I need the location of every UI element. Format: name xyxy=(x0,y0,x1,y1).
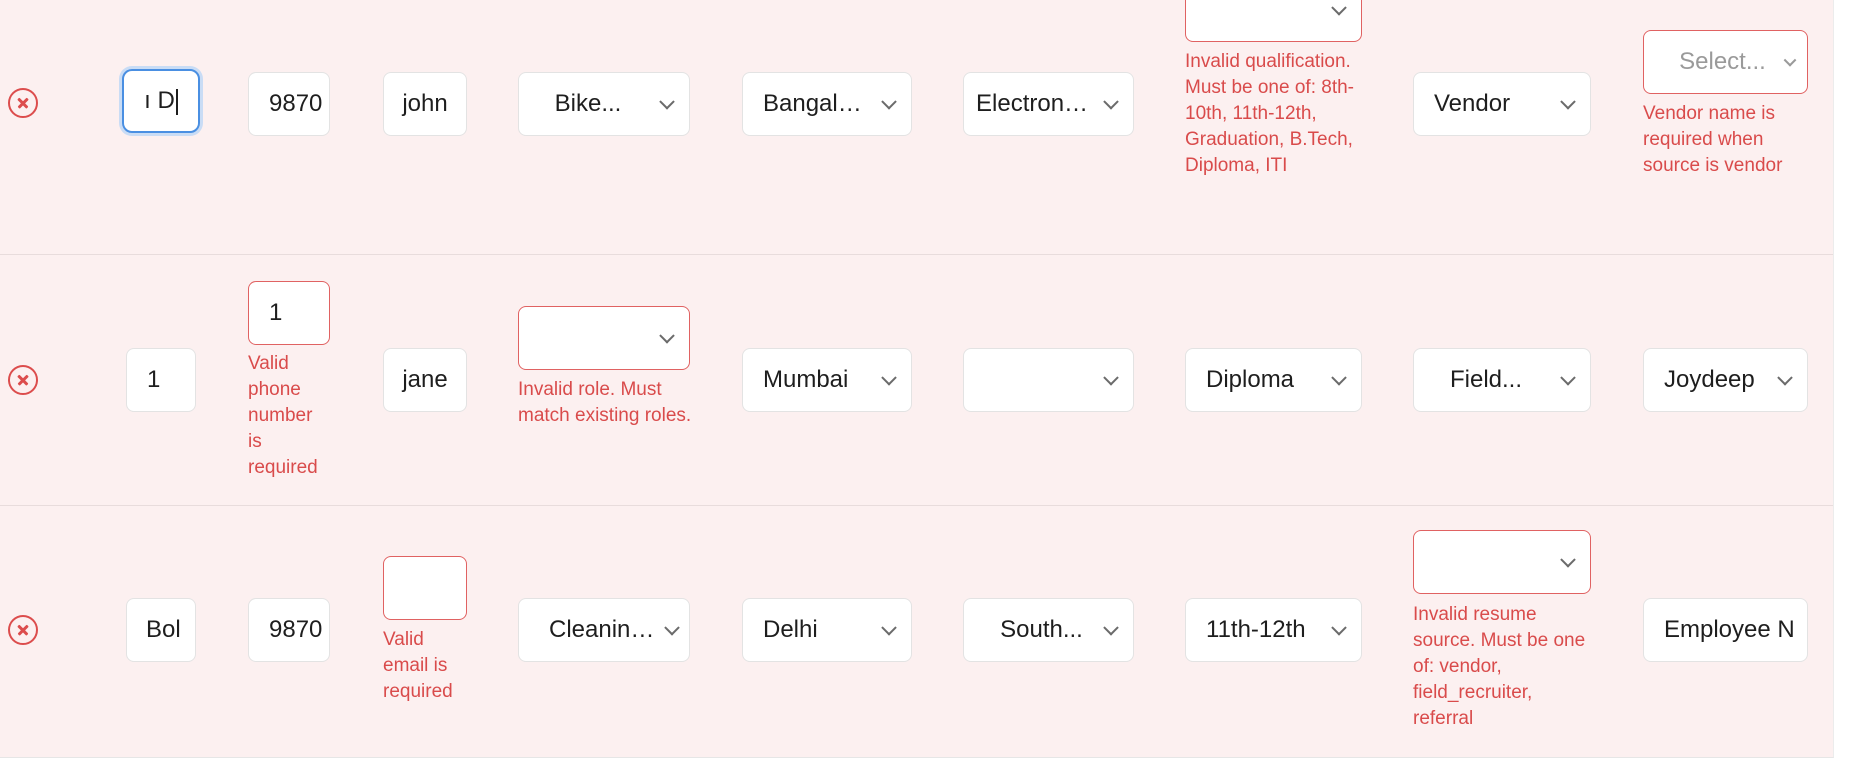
row-3-phone-value: 9870 xyxy=(269,616,323,643)
row-3-email-error: Valid email is required xyxy=(383,629,453,702)
row-2-role-error: Invalid role. Must match existing roles. xyxy=(518,379,692,426)
row-1-qualification-select[interactable] xyxy=(1185,0,1362,42)
row-1-name-input[interactable]: ı D xyxy=(122,69,200,133)
row-3-source-select[interactable] xyxy=(1413,530,1591,594)
row-3-city-value: Delhi xyxy=(763,616,818,643)
row-1-category-select[interactable]: Electroni... xyxy=(963,72,1134,136)
row-3-city-select[interactable]: Delhi xyxy=(742,598,912,662)
row-1-city-value: Bangalore xyxy=(763,90,867,117)
row-3-qualification-select[interactable]: 11th-12th xyxy=(1185,598,1362,662)
chevron-down-icon xyxy=(1773,31,1807,93)
row-1-source-value: Vendor xyxy=(1434,90,1511,117)
row-1-vendor-select[interactable]: Select... xyxy=(1643,30,1808,94)
row-2-vendor-value: Joydeep xyxy=(1664,366,1755,393)
row-3-category-select[interactable]: South... xyxy=(963,598,1134,662)
row-3-phone-input[interactable]: 9870 xyxy=(248,598,330,662)
remove-row-2-icon[interactable] xyxy=(8,365,38,395)
chevron-down-icon xyxy=(1089,599,1133,661)
remove-row-1-icon[interactable] xyxy=(8,88,38,118)
row-3-role-select[interactable]: Cleaning... xyxy=(518,598,690,662)
row-3-vendor-input[interactable]: Employee N xyxy=(1643,598,1808,662)
chevron-down-icon xyxy=(867,599,911,661)
row-1-city-select[interactable]: Bangalore xyxy=(742,72,912,136)
row-2-source-value: Field... xyxy=(1449,366,1523,393)
row-1-email-input[interactable]: john xyxy=(383,72,467,136)
row-2-phone-error: Valid phone number is required xyxy=(248,353,318,478)
chevron-down-icon xyxy=(1317,349,1361,411)
chevron-down-icon xyxy=(1089,73,1133,135)
chevron-down-icon xyxy=(1546,531,1590,593)
row-1-source-select[interactable]: Vendor xyxy=(1413,72,1591,136)
row-3-qualification-value: 11th-12th xyxy=(1206,616,1306,643)
chevron-down-icon xyxy=(867,349,911,411)
row-2-name-input[interactable]: 1 xyxy=(126,348,196,412)
chevron-down-icon xyxy=(1317,599,1361,661)
text-caret xyxy=(175,88,178,115)
row-2-email-value: jane xyxy=(402,366,448,393)
row-2-phone-input[interactable]: 1 xyxy=(248,281,330,345)
row-3-role-value: Cleaning... xyxy=(549,616,655,643)
row-2-email-input[interactable]: jane xyxy=(383,348,467,412)
chevron-down-icon xyxy=(1089,349,1133,411)
row-2-category-select[interactable] xyxy=(963,348,1134,412)
row-1-category-value: Electroni... xyxy=(976,90,1089,117)
row-1-name-value: ı D xyxy=(144,87,175,114)
row-1-vendor-error: Vendor name is required when source is v… xyxy=(1643,103,1783,176)
remove-row-3-icon[interactable] xyxy=(8,615,38,645)
chevron-down-icon xyxy=(1546,73,1590,135)
row-1-vendor-value: Select... xyxy=(1679,48,1766,75)
row-3-vendor-value: Employee N xyxy=(1664,616,1795,643)
row-divider xyxy=(0,254,1833,255)
row-divider xyxy=(0,505,1833,506)
row-1-phone-value: 9870 xyxy=(269,90,323,117)
row-1-role-value: Bike... xyxy=(554,90,622,117)
row-2-qualification-select[interactable]: Diploma xyxy=(1185,348,1362,412)
chevron-down-icon xyxy=(1546,349,1590,411)
row-2-role-select[interactable] xyxy=(518,306,690,370)
row-2-city-select[interactable]: Mumbai xyxy=(742,348,912,412)
row-3-name-value: Bol xyxy=(146,616,181,643)
row-2-city-value: Mumbai xyxy=(763,366,849,393)
chevron-down-icon xyxy=(645,73,689,135)
row-2-name-value: 1 xyxy=(147,366,161,393)
row-3-name-input[interactable]: Bol xyxy=(126,598,196,662)
row-3-email-input[interactable] xyxy=(383,556,467,620)
chevron-down-icon xyxy=(1763,349,1807,411)
chevron-down-icon xyxy=(1317,0,1361,41)
chevron-down-icon xyxy=(867,73,911,135)
row-2-phone-value: 1 xyxy=(269,299,283,326)
row-1-qualification-error: Invalid qualification. Must be one of: 8… xyxy=(1185,51,1354,176)
row-2-source-select[interactable]: Field... xyxy=(1413,348,1591,412)
row-3-source-error: Invalid resume source. Must be one of: v… xyxy=(1413,604,1586,729)
chevron-down-icon xyxy=(645,307,689,369)
row-1-phone-input[interactable]: 9870 xyxy=(248,72,330,136)
row-3-category-value: South... xyxy=(1000,616,1083,643)
row-2-qualification-value: Diploma xyxy=(1206,366,1295,393)
row-1-role-select[interactable]: Bike... xyxy=(518,72,690,136)
row-2-vendor-select[interactable]: Joydeep xyxy=(1643,348,1808,412)
bulk-upload-table: ı D 9870 john Bike... Bangalore Electron… xyxy=(0,0,1834,758)
row-1-email-value: john xyxy=(402,90,448,117)
chevron-down-icon xyxy=(655,599,689,661)
